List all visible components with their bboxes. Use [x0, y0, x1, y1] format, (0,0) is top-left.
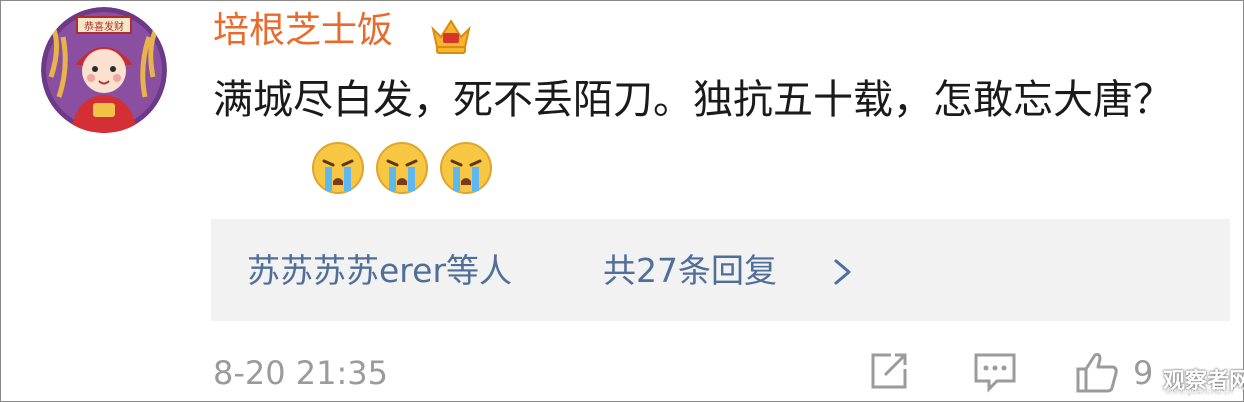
- watermark-url: www.guancha.cn: [1165, 387, 1233, 396]
- comment-icon[interactable]: [973, 351, 1017, 393]
- watermark-logo: 观察者网 www.guancha.cn: [1151, 361, 1244, 399]
- comment-timestamp: 8-20 21:35: [213, 354, 389, 392]
- avatar-image: 恭喜发财: [41, 7, 167, 133]
- vip-crown-icon: [431, 19, 471, 54]
- comment-text: 满城尽白发，死不丢陌刀。独抗五十载，怎敢忘大唐？: [213, 77, 1173, 123]
- reply-count-link[interactable]: 共27条回复: [603, 249, 777, 293]
- username[interactable]: 培根芝士饭: [213, 9, 393, 53]
- avatar-banner-text: 恭喜发财: [84, 20, 124, 33]
- replies-preview[interactable]: 苏苏苏苏erer等人 共27条回复: [211, 219, 1230, 321]
- avatar[interactable]: 恭喜发财: [41, 7, 167, 133]
- chevron-right-icon: [834, 259, 851, 285]
- crying-face-icon: [440, 142, 492, 194]
- crying-face-icon: [312, 142, 364, 194]
- share-icon[interactable]: [869, 351, 909, 391]
- comment-card: 恭喜发财 培根芝士饭 满城尽白发，死不丢陌刀。独抗五十载，怎敢忘大唐？ 苏苏苏苏…: [0, 0, 1244, 402]
- reply-users-link[interactable]: 苏苏苏苏erer等人: [247, 249, 512, 293]
- thumbs-up-icon[interactable]: [1075, 351, 1119, 393]
- crying-face-icon: [376, 142, 428, 194]
